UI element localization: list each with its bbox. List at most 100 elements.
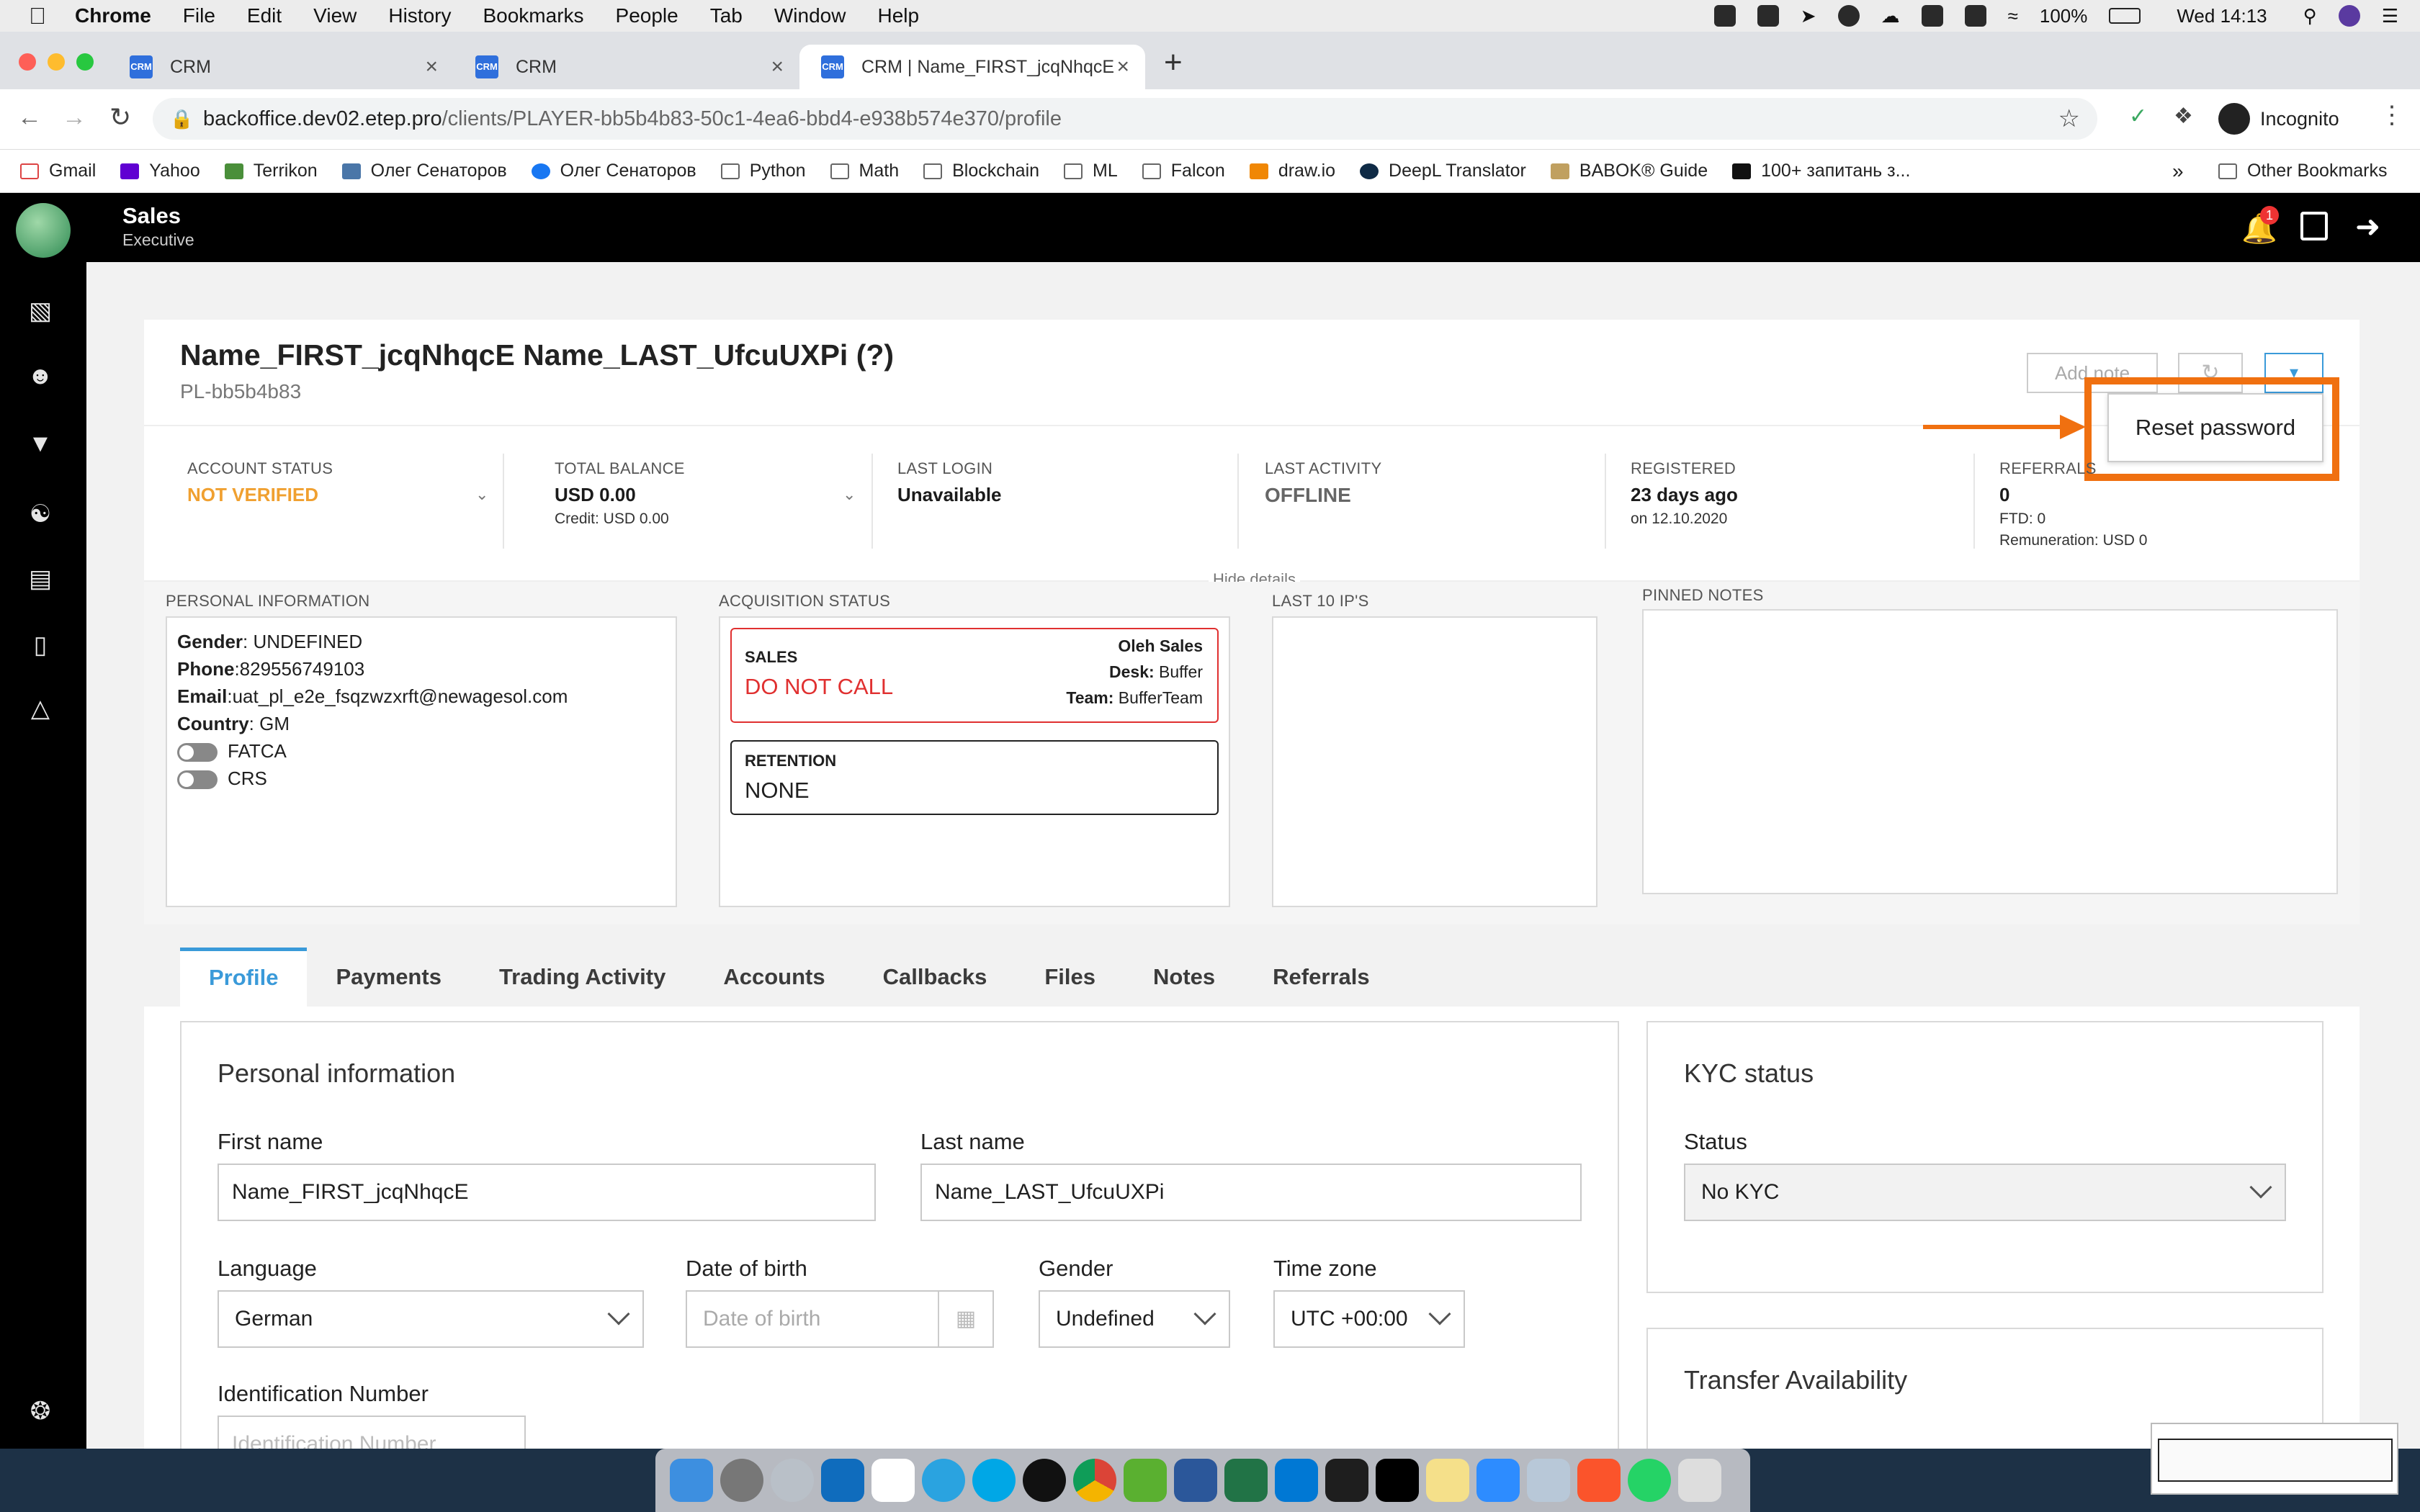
bookmark-dou[interactable]: 100+ запитань з... [1732, 161, 1910, 181]
pycharm-dock-icon[interactable] [1325, 1459, 1368, 1502]
notifications-icon[interactable]: △ [24, 694, 56, 723]
brave-dock-icon[interactable] [1577, 1459, 1621, 1502]
a-tray-icon[interactable] [1964, 5, 1986, 27]
clock[interactable]: Wed 14:13 [2177, 5, 2267, 27]
forward-icon[interactable]: → [62, 104, 86, 132]
spotlight-icon[interactable]: ⚲ [2303, 5, 2317, 27]
browser-tab-2[interactable]: CRM CRM × [454, 45, 799, 89]
logout-icon[interactable]: ➜ [2355, 209, 2380, 244]
puzzle-extensions-icon[interactable]: ❖ [2174, 104, 2193, 129]
bookmark-other[interactable]: Other Bookmarks [2218, 161, 2388, 181]
finder-dock-icon[interactable] [670, 1459, 713, 1502]
browser-tab-active[interactable]: CRM CRM | Name_FIRST_jcqNhqcE × [799, 45, 1145, 89]
bookmark-drawio[interactable]: draw.io [1249, 161, 1335, 181]
browser-tab-1[interactable]: CRM CRM × [108, 45, 454, 89]
language-select[interactable]: German [218, 1290, 644, 1348]
close-tab-icon[interactable]: × [1116, 55, 1129, 79]
menu-app-name[interactable]: Chrome [75, 4, 151, 27]
address-bar[interactable]: 🔒 backoffice.dev02.etep.pro/clients/PLAY… [153, 98, 2097, 140]
browser-menu-icon[interactable]: ⋮ [2380, 101, 2404, 130]
extension-icon[interactable]: ✓ [2129, 104, 2147, 129]
sales-status-card[interactable]: SALES DO NOT CALL Oleh Sales Desk: Buffe… [730, 628, 1219, 723]
preview-dock-icon[interactable] [1527, 1459, 1570, 1502]
retention-status-card[interactable]: RETENTION NONE [730, 740, 1219, 815]
bookmark-python[interactable]: Python [720, 161, 806, 181]
calendar-icon[interactable] [2300, 212, 2328, 240]
zoom-window-button[interactable] [76, 53, 94, 71]
video-tray-icon[interactable] [1757, 5, 1779, 27]
bookmark-star-icon[interactable]: ☆ [2058, 104, 2080, 133]
p-tray-icon[interactable] [1921, 5, 1943, 27]
battery-icon[interactable] [2109, 8, 2141, 24]
reset-password-menu-item[interactable]: Reset password [2107, 393, 2323, 462]
bookmark-babok[interactable]: BABOK® Guide [1550, 161, 1708, 181]
telegram-dock-icon[interactable] [922, 1459, 965, 1502]
crs-toggle[interactable] [177, 770, 218, 790]
payments-card-icon[interactable]: ▤ [24, 564, 56, 593]
control-center-icon[interactable]: ☰ [2382, 5, 2398, 27]
terminal-dock-icon[interactable] [1376, 1459, 1419, 1502]
menu-view[interactable]: View [313, 4, 357, 27]
bookmark-deepl[interactable]: DeepL Translator [1360, 161, 1526, 181]
bookmark-math[interactable]: Math [830, 161, 899, 181]
chevron-down-icon[interactable]: ⌄ [843, 485, 856, 504]
launchpad-dock-icon[interactable] [771, 1459, 814, 1502]
gender-select[interactable]: Undefined [1039, 1290, 1230, 1348]
minimize-window-button[interactable] [48, 53, 65, 71]
stat-total-balance[interactable]: TOTAL BALANCE USD 0.00 Credit: USD 0.00 … [555, 459, 871, 528]
close-tab-icon[interactable]: × [425, 55, 438, 79]
bookmark-gmail[interactable]: Gmail [20, 161, 96, 181]
more-bookmarks-icon[interactable]: » [2172, 160, 2184, 183]
user-avatar-icon[interactable] [2338, 5, 2360, 27]
bolt-tray-icon[interactable] [1837, 5, 1860, 27]
slack-dock-icon[interactable] [871, 1459, 915, 1502]
tab-referrals[interactable]: Referrals [1244, 948, 1398, 1007]
timezone-select[interactable]: UTC +00:00 [1273, 1290, 1465, 1348]
first-name-field[interactable]: Name_FIRST_jcqNhqcE [218, 1164, 876, 1221]
documents-icon[interactable]: ▯ [24, 631, 56, 660]
telegram-tray-icon[interactable]: ➤ [1801, 5, 1816, 27]
bookmark-yahoo[interactable]: Yahoo [120, 161, 200, 181]
menu-edit[interactable]: Edit [247, 4, 282, 27]
tab-callbacks[interactable]: Callbacks [854, 948, 1016, 1007]
menu-bookmarks[interactable]: Bookmarks [483, 4, 583, 27]
dob-field[interactable]: Date of birth ▦ [686, 1290, 994, 1348]
app-logo[interactable] [16, 203, 71, 258]
calendar-picker-icon[interactable]: ▦ [938, 1292, 992, 1346]
tab-profile[interactable]: Profile [180, 948, 308, 1007]
apple-icon[interactable]:  [29, 3, 46, 30]
leads-funnel-icon[interactable]: ▼ [24, 429, 56, 458]
stat-account-status[interactable]: ACCOUNT STATUS NOT VERIFIED ⌄ [187, 459, 504, 506]
excel-dock-icon[interactable] [1224, 1459, 1268, 1502]
menu-history[interactable]: History [388, 4, 451, 27]
screenshot-thumbnail[interactable] [2151, 1423, 2398, 1495]
reload-icon[interactable]: ↻ [109, 102, 131, 132]
bookmark-blockchain[interactable]: Blockchain [923, 161, 1039, 181]
menu-file[interactable]: File [183, 4, 215, 27]
wifi-icon[interactable]: ≈ [2008, 5, 2018, 27]
skype-dock-icon[interactable] [972, 1459, 1016, 1502]
menu-window[interactable]: Window [774, 4, 846, 27]
outlook-dock-icon[interactable] [821, 1459, 864, 1502]
trash-dock-icon[interactable] [1678, 1459, 1721, 1502]
support-lifebuoy-icon[interactable]: ❂ [24, 1397, 56, 1426]
back-icon[interactable]: ← [17, 104, 42, 132]
vscode-dock-icon[interactable] [1275, 1459, 1318, 1502]
clients-icon[interactable]: ☻ [24, 361, 56, 390]
cloud-tray-icon[interactable]: ☁ [1881, 5, 1900, 27]
id-number-field[interactable]: Identification Number [218, 1416, 526, 1449]
zoom-tray-icon[interactable] [1713, 5, 1736, 27]
whatsapp-dock-icon[interactable] [1628, 1459, 1671, 1502]
new-tab-button[interactable]: + [1164, 45, 1183, 81]
tab-notes[interactable]: Notes [1124, 948, 1244, 1007]
tab-payments[interactable]: Payments [307, 948, 470, 1007]
stickies-dock-icon[interactable] [1426, 1459, 1469, 1502]
menu-help[interactable]: Help [877, 4, 919, 27]
chrome-dock-icon[interactable] [1073, 1459, 1116, 1502]
bookmark-ml[interactable]: ML [1064, 161, 1118, 181]
bookmark-vk[interactable]: Олег Сенаторов [341, 161, 507, 181]
hierarchy-icon[interactable]: ☯ [24, 500, 56, 528]
bookmark-terrikon[interactable]: Terrikon [224, 161, 318, 181]
close-tab-icon[interactable]: × [771, 55, 784, 79]
p-app-dock-icon[interactable] [1023, 1459, 1066, 1502]
